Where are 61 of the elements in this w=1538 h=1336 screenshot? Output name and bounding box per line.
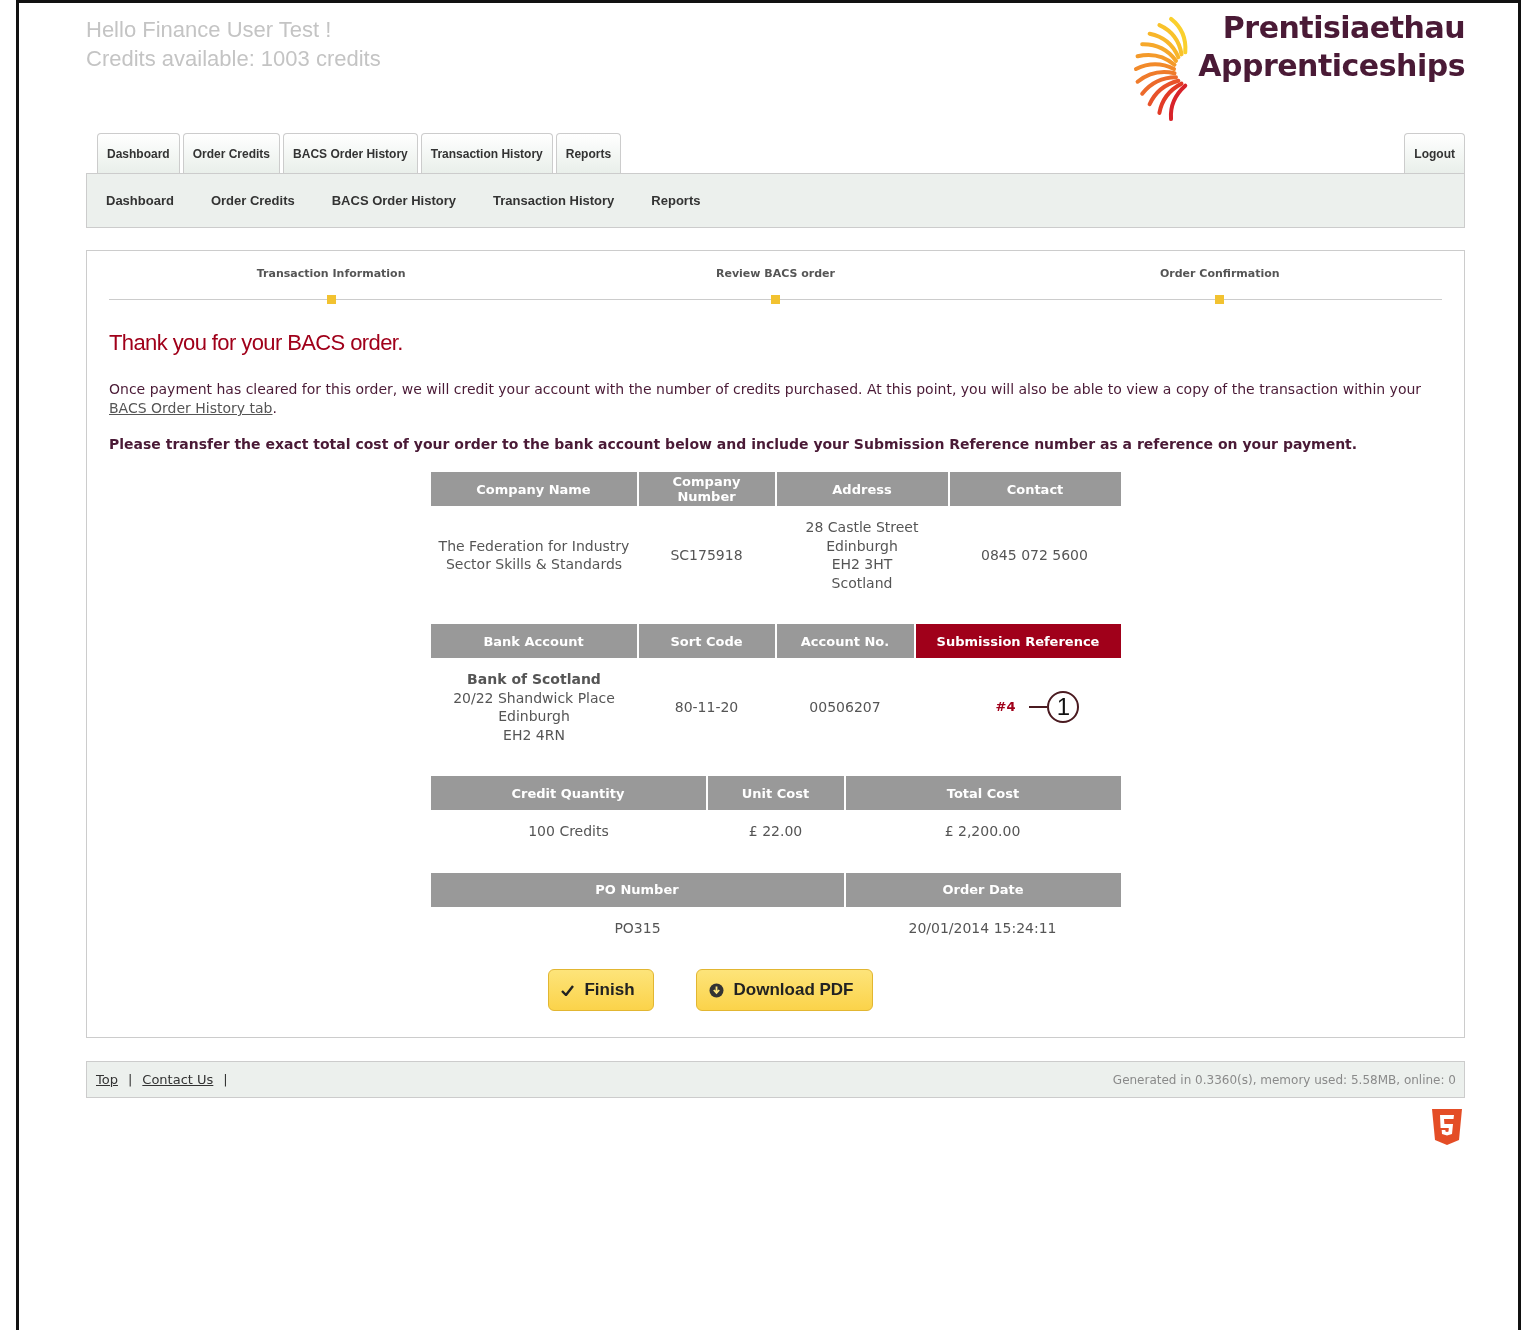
finish-button[interactable]: Finish [548,969,654,1011]
stats-text: Generated in 0.3360(s), memory used: 5.58MB, online: 0 [1112,1072,1456,1087]
logout-tab[interactable]: Logout [1404,133,1465,173]
footer-separator: | [223,1072,228,1087]
column-header: Unit Cost [706,776,845,810]
nav-tab[interactable]: Reports [555,133,622,173]
step-marker [771,295,780,304]
bacs-history-link[interactable]: BACS Order History tab [109,400,273,416]
table-cell: 80-11-20 [637,658,776,754]
step-label: Transaction Information [256,267,406,280]
table-cell: 00506207 [775,658,915,754]
nav-tab[interactable]: Transaction History [420,133,553,173]
table-cell: SC175918 [637,506,776,602]
table-cell: 20/01/2014 15:24:11 [844,906,1121,947]
table-cell: 28 Castle Street Edinburgh EH2 3HT Scotland [775,506,949,602]
table-cell: £ 22.00 [706,810,845,851]
subnav-link[interactable]: Order Credits [210,193,295,208]
download-button[interactable]: Download PDF [695,969,873,1011]
column-header: Bank Account [430,624,638,658]
column-header: Contact [948,472,1121,506]
step-label: Order Confirmation [1159,267,1280,280]
nav-tab[interactable]: Order Credits [182,133,281,173]
logo-text: Apprenticeships [1198,47,1465,85]
credits-text: Credits available: 1003 credits [86,45,381,73]
column-header: Company Name [430,472,638,506]
reference-number: #4 [995,697,1016,716]
footer-link[interactable]: Top [96,1072,118,1087]
subnav-link[interactable]: BACS Order History [331,193,456,208]
column-header: Account No. [775,624,915,658]
column-header: Credit Quantity [430,776,707,810]
column-header: Address [775,472,949,506]
column-header: PO Number [430,872,845,907]
table-cell: £ 2,200.00 [844,810,1121,851]
column-header: Sort Code [637,624,776,658]
step-marker [326,295,336,304]
step-label: Review BACS order [716,267,835,280]
table-cell: The Federation for Industry Sector Skills & Standards [430,506,638,602]
table-cell: Bank of Scotland 20/22 Shandwick Place Edinburgh EH2 4RN [430,658,638,754]
column-header: Order Date [844,872,1121,907]
subnav-link[interactable]: Dashboard [106,193,174,208]
confirmation-heading: Thank you for your BACS order. [109,330,404,356]
column-header: Company Number [637,472,776,506]
greeting-text: Hello Finance User Test ! [86,16,333,44]
nav-tab[interactable]: Dashboard [97,133,180,173]
download-icon [708,982,724,998]
column-header: Total Cost [844,776,1121,810]
logo-text: Prentisiaethau [1222,9,1465,47]
table-cell: 100 Credits [430,810,707,851]
table-cell: PO315 [430,906,845,947]
column-header: Submission Reference [914,624,1121,658]
step-marker [1215,295,1225,304]
subnav-link[interactable]: Transaction History [492,193,615,208]
footer-separator: | [127,1072,133,1087]
subnav-link[interactable]: Reports [651,193,701,208]
table-cell: 0845 072 5600 [948,506,1121,602]
nav-tab[interactable]: BACS Order History [283,133,418,173]
footer-link[interactable]: Contact Us [142,1072,214,1087]
intro-paragraph: Once payment has cleared for this order, we will credit your account with the number of credits purchased. At this point, you will also be able to view a copy of the transaction within your BACS Order History tab. [109,380,1423,418]
shield-icon [1431,1108,1463,1146]
check-icon [561,984,575,996]
instruction-text: Please transfer the exact total cost of your order to the bank account below and include your Submission Reference number as a reference on your payment. [109,436,1359,452]
